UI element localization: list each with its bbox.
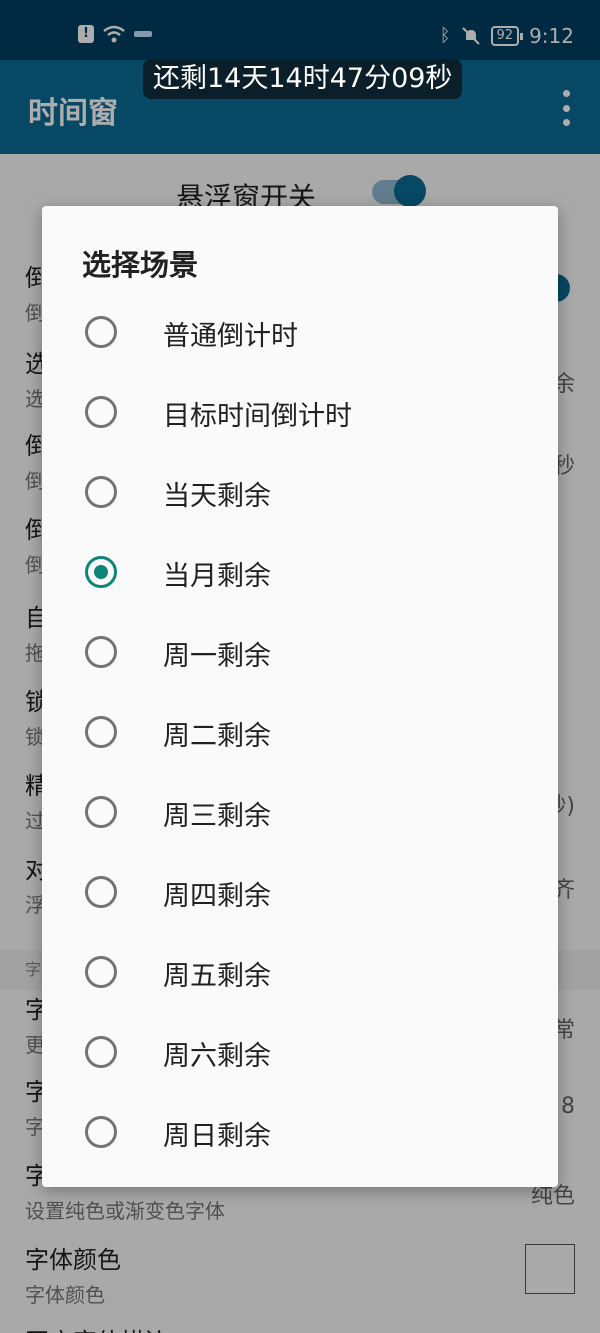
scene-option-thursday-remaining[interactable]: 周四剩余 <box>42 854 558 934</box>
scene-option-wednesday-remaining[interactable]: 周三剩余 <box>42 774 558 854</box>
radio-button[interactable] <box>85 876 117 908</box>
radio-button[interactable] <box>85 796 117 828</box>
scene-option-day-remaining[interactable]: 当天剩余 <box>42 454 558 534</box>
dialog-title: 选择场景 <box>82 248 199 282</box>
scene-option-tuesday-remaining[interactable]: 周二剩余 <box>42 694 558 774</box>
radio-button[interactable] <box>85 1036 117 1068</box>
radio-button[interactable] <box>85 716 117 748</box>
radio-button[interactable] <box>85 396 117 428</box>
radio-button-checked[interactable] <box>85 556 117 588</box>
radio-button[interactable] <box>85 956 117 988</box>
radio-button[interactable] <box>85 476 117 508</box>
scene-option-normal-countdown[interactable]: 普通倒计时 <box>42 294 558 374</box>
scene-option-sunday-remaining[interactable]: 周日剩余 <box>42 1094 558 1174</box>
scene-option-target-countdown[interactable]: 目标时间倒计时 <box>42 374 558 454</box>
scene-option-friday-remaining[interactable]: 周五剩余 <box>42 934 558 1014</box>
radio-button[interactable] <box>85 1116 117 1148</box>
scene-option-monday-remaining[interactable]: 周一剩余 <box>42 614 558 694</box>
scene-option-month-remaining[interactable]: 当月剩余 <box>42 534 558 614</box>
scene-option-saturday-remaining[interactable]: 周六剩余 <box>42 1014 558 1094</box>
radio-button[interactable] <box>85 636 117 668</box>
select-scene-dialog: 选择场景 普通倒计时 目标时间倒计时 当天剩余 当月剩余 周一剩余 周二剩余 周… <box>42 206 558 1187</box>
radio-button[interactable] <box>85 316 117 348</box>
floating-countdown-window[interactable]: 还剩14天14时47分09秒 <box>143 59 463 99</box>
